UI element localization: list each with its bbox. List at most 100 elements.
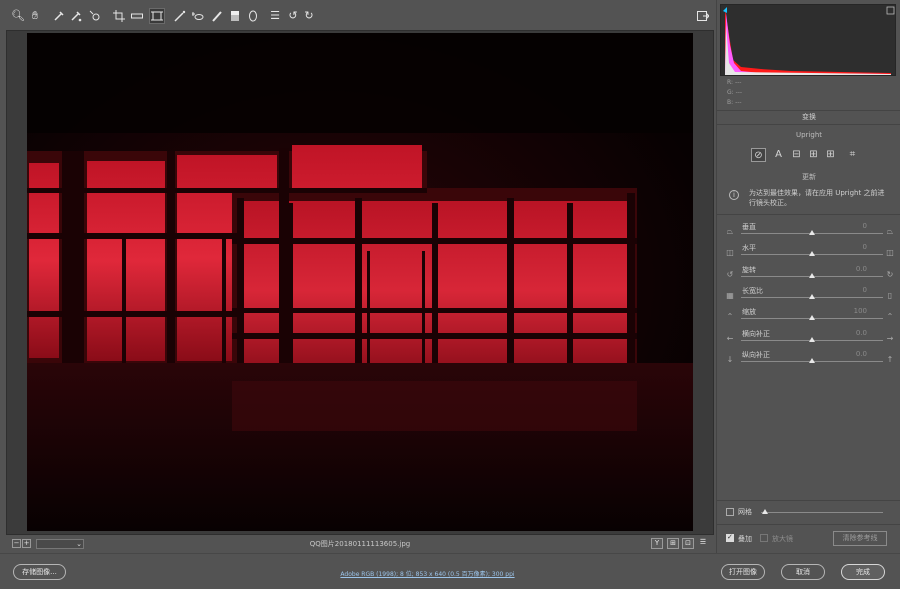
- cancel-button[interactable]: 取消: [781, 564, 825, 580]
- upright-auto-button[interactable]: A: [771, 148, 786, 162]
- update-label: 更新: [802, 173, 816, 181]
- rgb-readout: R: --- G: --- B: ---: [727, 78, 742, 108]
- fullscreen-toggle-icon[interactable]: [696, 9, 710, 23]
- grid-checkbox[interactable]: [726, 508, 734, 516]
- scale-right-icon: ⌃: [886, 312, 894, 322]
- white-balance-icon[interactable]: [52, 9, 66, 23]
- save-image-button[interactable]: 存储图像...: [13, 564, 66, 580]
- b-value: ---: [735, 99, 742, 106]
- slider-knob[interactable]: [809, 230, 815, 235]
- divider: [717, 110, 900, 111]
- slider-y-offset: ↓ 纵向补正 0.0 ↑: [723, 350, 895, 370]
- panel-title: 变换: [802, 113, 816, 121]
- slider-label: 垂直: [742, 223, 756, 231]
- slider-value[interactable]: 0: [863, 243, 867, 251]
- graduated-filter-icon[interactable]: [228, 9, 242, 23]
- overlay-checkbox[interactable]: [726, 533, 734, 542]
- grid-size-knob[interactable]: [762, 509, 768, 514]
- slider-label: 长宽比: [742, 286, 763, 295]
- horizontal-right-icon: ◫: [886, 248, 894, 258]
- straighten-icon[interactable]: [130, 9, 144, 23]
- upright-vertical-button[interactable]: ⊞: [806, 148, 821, 162]
- slider-label: 旋转: [742, 265, 756, 274]
- clear-guides-button[interactable]: 清除参考线: [833, 531, 887, 546]
- slider-knob[interactable]: [809, 315, 815, 321]
- radial-filter-icon[interactable]: [246, 9, 260, 23]
- slider-value[interactable]: 100: [854, 307, 867, 315]
- grid-size-track[interactable]: [761, 512, 883, 513]
- aspect-left-icon: ▦: [726, 290, 734, 300]
- slider-value[interactable]: 0: [863, 222, 867, 230]
- color-sampler-icon[interactable]: [69, 9, 83, 23]
- preview-photo[interactable]: [27, 33, 693, 531]
- workflow-options-link[interactable]: Adobe RGB (1998); 8 位; 853 x 640 (0.5 百万…: [300, 569, 555, 578]
- preview-preferences-icon[interactable]: ☰: [697, 538, 709, 549]
- slider-knob[interactable]: [809, 272, 815, 278]
- vertical-right-icon: ⏢: [886, 227, 894, 236]
- x-offset-left-icon: ←: [726, 333, 734, 343]
- hand-icon[interactable]: ✋︎: [28, 9, 42, 23]
- slider-value[interactable]: 0.0: [856, 329, 867, 337]
- bottom-bar: 存储图像... Adobe RGB (1998); 8 位; 853 x 640…: [0, 553, 900, 589]
- slider-scale: ⌃ 缩放 100 ⌃: [723, 307, 895, 327]
- y-offset-left-icon: ↓: [726, 354, 734, 364]
- upright-guided-button[interactable]: ⌗: [845, 148, 860, 162]
- presets-icon[interactable]: ☰: [268, 9, 282, 23]
- slider-knob[interactable]: [809, 251, 815, 257]
- slider-value[interactable]: 0: [863, 286, 867, 294]
- divider: [717, 214, 900, 215]
- divider: [717, 500, 900, 501]
- magnifier-checkbox[interactable]: [760, 534, 768, 542]
- slider-label: 纵向补正: [742, 350, 770, 359]
- image-preview-area: [6, 30, 714, 535]
- rotate-cw-icon[interactable]: ↻: [302, 9, 316, 23]
- slider-knob[interactable]: [809, 336, 815, 342]
- upright-off-button[interactable]: ⊘: [751, 148, 766, 162]
- scale-left-icon: ⌃: [726, 312, 734, 322]
- rotate-right-icon: ↻: [886, 269, 894, 279]
- y-offset-right-icon: ↑: [886, 354, 894, 364]
- night-building-photo: [27, 33, 693, 531]
- slider-rotate: ↺ 旋转 0.0 ↻: [723, 265, 895, 285]
- overlay-label: 叠加: [738, 535, 752, 543]
- b-label: B:: [727, 99, 734, 106]
- slider-vertical: ⏢ 垂直 0 ⏢: [723, 222, 895, 242]
- slider-x-offset: ← 横向补正 0.0 →: [723, 329, 895, 349]
- upright-full-button[interactable]: ⊞: [823, 148, 838, 162]
- right-panel: R: --- G: --- B: --- 变换 Upright ⊘ A ⊟ ⊞ …: [716, 0, 900, 553]
- adjustment-brush-icon[interactable]: [210, 9, 224, 23]
- slider-label: 横向补正: [742, 329, 770, 338]
- magnifier-label: 放大镜: [772, 535, 793, 543]
- r-label: R:: [727, 79, 734, 86]
- r-value: ---: [734, 79, 742, 86]
- before-after-swap-button[interactable]: ⊞: [667, 538, 679, 549]
- open-image-button[interactable]: 打开图像: [721, 564, 765, 580]
- red-eye-icon[interactable]: [191, 9, 205, 23]
- top-toolbar: 🔍︎ ✋︎ ☰ ↺ ↻: [0, 0, 716, 30]
- upright-level-button[interactable]: ⊟: [789, 148, 804, 162]
- slider-value[interactable]: 0.0: [856, 265, 867, 273]
- horizontal-left-icon: ◫: [726, 248, 734, 258]
- before-after-y-button[interactable]: Y: [651, 538, 663, 549]
- spot-removal-icon[interactable]: [173, 9, 187, 23]
- slider-horizontal: ◫ 水平 0 ◫: [723, 243, 895, 263]
- preview-status-bar: − + ⌄ QQ图片20180111113605.jpg Y ⊞ ⊡ ☰: [6, 535, 714, 553]
- rotate-ccw-icon[interactable]: ↺: [286, 9, 300, 23]
- slider-value[interactable]: 0.0: [856, 350, 867, 358]
- vertical-left-icon: ⏢: [726, 227, 734, 236]
- histogram: [720, 4, 896, 76]
- transform-icon[interactable]: [149, 8, 165, 24]
- divider: [717, 524, 900, 525]
- done-button[interactable]: 完成: [841, 564, 885, 580]
- zoom-icon[interactable]: 🔍︎: [11, 9, 25, 23]
- info-text: 为达到最佳效果，请在应用 Upright 之前进行镜头校正。: [749, 189, 885, 207]
- slider-label: 缩放: [742, 308, 756, 317]
- image-filename: QQ图片20180111113605.jpg: [309, 540, 411, 548]
- copy-settings-button[interactable]: ⊡: [682, 538, 694, 549]
- divider: [717, 124, 900, 125]
- targeted-adjustment-icon[interactable]: [88, 9, 102, 23]
- slider-knob[interactable]: [809, 357, 815, 363]
- crop-icon[interactable]: [112, 9, 126, 23]
- slider-knob[interactable]: [809, 293, 815, 299]
- g-label: G:: [727, 89, 734, 96]
